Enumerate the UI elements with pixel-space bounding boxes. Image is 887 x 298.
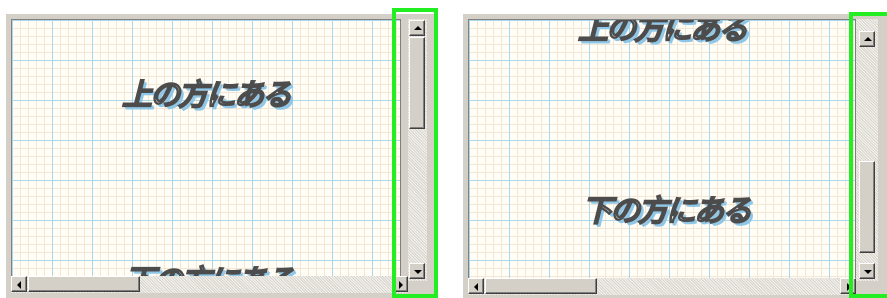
arrow-right-icon <box>399 281 403 289</box>
arrow-down-icon <box>864 270 872 274</box>
left-vertical-scrollbar[interactable] <box>408 19 427 281</box>
right-upper-text: 上の方にある <box>577 19 748 48</box>
left-scroll-corner <box>408 281 427 293</box>
right-vertical-scrollbar[interactable] <box>856 19 878 281</box>
right-scroll-left-button[interactable] <box>468 278 484 294</box>
arrow-down-icon <box>414 270 422 274</box>
left-scroll-right-button[interactable] <box>392 276 408 292</box>
left-horizontal-scroll-thumb[interactable] <box>28 276 140 292</box>
arrow-left-icon <box>17 281 21 289</box>
right-lower-text: 下の方にある <box>581 193 752 229</box>
right-scroll-right-button[interactable] <box>840 278 856 294</box>
left-scroll-down-button[interactable] <box>409 263 425 279</box>
left-scroll-view: 上の方にある 下の方にある <box>6 14 436 298</box>
right-horizontal-scrollbar[interactable] <box>468 278 856 295</box>
right-vertical-scroll-thumb[interactable] <box>859 161 875 253</box>
arrow-left-icon <box>474 283 478 291</box>
right-scroll-down-button[interactable] <box>859 263 875 279</box>
arrow-right-icon <box>847 283 851 291</box>
right-scroll-view: 上の方にある 下の方にある <box>463 14 887 298</box>
right-horizontal-scroll-thumb[interactable] <box>485 278 597 294</box>
arrow-up-icon <box>864 37 872 41</box>
arrow-up-icon <box>414 26 422 30</box>
left-vertical-scroll-thumb[interactable] <box>409 37 425 129</box>
left-scroll-left-button[interactable] <box>11 276 27 292</box>
left-drawing-canvas[interactable]: 上の方にある 下の方にある <box>11 19 401 281</box>
left-horizontal-scrollbar[interactable] <box>11 276 408 293</box>
left-scroll-up-button[interactable] <box>409 20 425 36</box>
right-drawing-canvas[interactable]: 上の方にある 下の方にある <box>468 19 856 281</box>
left-upper-text: 上の方にある <box>121 77 292 113</box>
right-scroll-up-button[interactable] <box>859 31 875 47</box>
